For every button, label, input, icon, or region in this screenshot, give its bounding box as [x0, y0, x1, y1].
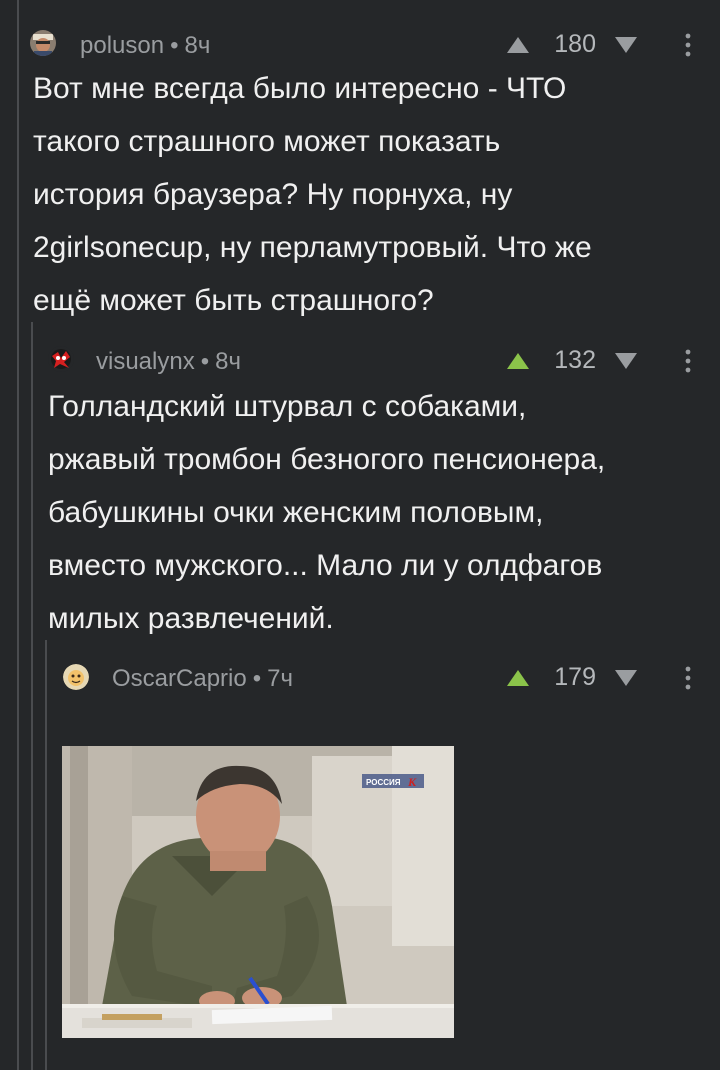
comment-header: poluson • 8ч 180	[0, 24, 720, 64]
comment-oscarcaprio: OscarCaprio • 7ч 179	[0, 657, 720, 697]
comment-text: Голландский штурвал с собаками, ржавый т…	[48, 390, 606, 635]
svg-text:РОССИЯ: РОССИЯ	[366, 778, 401, 787]
thread-line-level-1	[17, 0, 19, 1070]
avatar[interactable]	[63, 664, 89, 690]
comment-meta: poluson • 8ч	[80, 32, 211, 59]
svg-text:К: К	[407, 775, 417, 789]
comment-thread: poluson • 8ч 180 Вот мне всегда было интер…	[0, 0, 720, 1070]
tv-channel-logo: РОССИЯ К	[362, 774, 424, 789]
more-icon[interactable]	[684, 665, 692, 691]
author-name[interactable]: visualynx	[96, 348, 195, 375]
comment-visualynx: visualynx • 8ч 132 Голландский штурвал с с…	[0, 340, 720, 635]
upvote-icon[interactable]	[506, 669, 530, 687]
upvote-icon[interactable]	[506, 36, 530, 54]
comment-image[interactable]: РОССИЯ К	[62, 746, 454, 1038]
author-name[interactable]: OscarCaprio	[112, 665, 247, 692]
thread-line-level-3	[45, 640, 47, 1070]
downvote-icon[interactable]	[614, 352, 638, 370]
downvote-icon[interactable]	[614, 36, 638, 54]
rating-count: 132	[554, 346, 596, 374]
comment-text: Вот мне всегда было интересно - ЧТО тако…	[33, 72, 592, 317]
more-icon[interactable]	[684, 32, 692, 58]
comment-poluson: poluson • 8ч 180 Вот мне всегда было интер…	[0, 24, 720, 317]
avatar[interactable]	[48, 346, 74, 372]
comment-time: 8ч	[215, 348, 241, 375]
rating-count: 179	[554, 663, 596, 691]
comment-header: visualynx • 8ч 132	[0, 340, 720, 380]
comment-header: OscarCaprio • 7ч 179	[0, 657, 720, 697]
comment-time: 8ч	[184, 32, 211, 59]
author-name[interactable]: poluson	[80, 32, 164, 59]
comment-time: 7ч	[267, 665, 293, 692]
comment-meta: OscarCaprio • 7ч	[112, 665, 293, 692]
upvote-icon[interactable]	[506, 352, 530, 370]
rating-count: 180	[554, 30, 596, 58]
more-icon[interactable]	[684, 348, 692, 374]
avatar[interactable]	[30, 30, 56, 56]
downvote-icon[interactable]	[614, 669, 638, 687]
comment-meta: visualynx • 8ч	[96, 348, 241, 375]
